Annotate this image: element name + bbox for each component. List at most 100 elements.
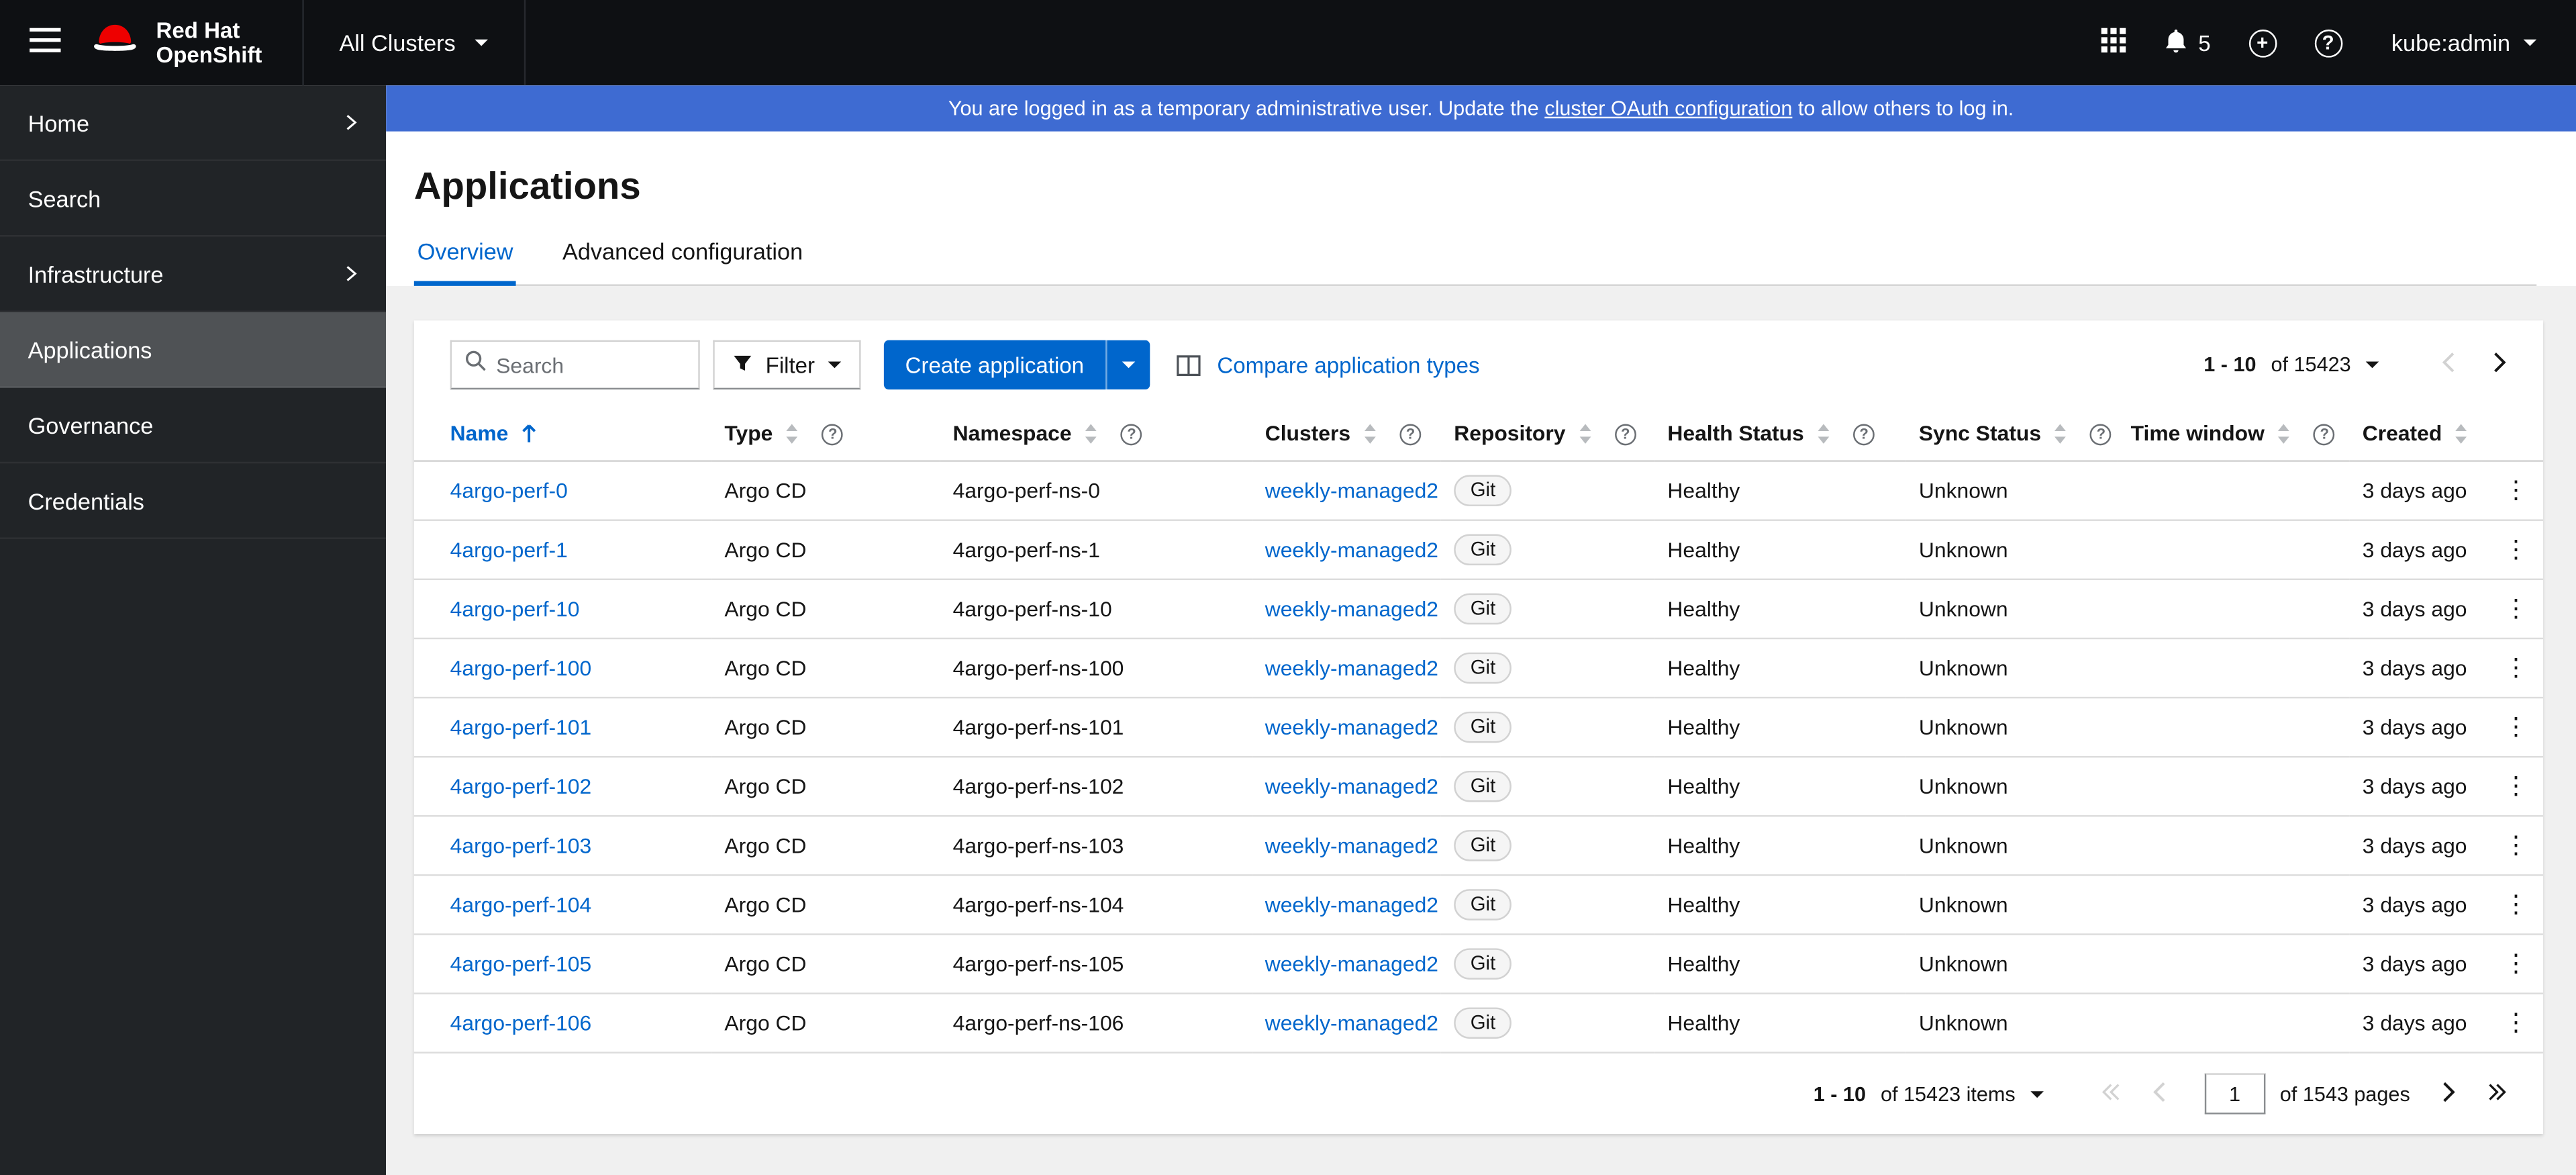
row-kebab-menu-button[interactable]: ⋮ [2494,830,2538,861]
pagination-bar: 1 - 10 of 15423 items of 1543 pages [414,1053,2543,1134]
cluster-link[interactable]: weekly-managed2 [1265,833,1438,858]
cell-sync-status: Unknown [1905,461,2118,521]
application-name-link[interactable]: 4argo-perf-0 [450,478,568,503]
application-name-link[interactable]: 4argo-perf-10 [450,597,580,622]
row-kebab-menu-button[interactable]: ⋮ [2494,1007,2538,1039]
row-kebab-menu-button[interactable]: ⋮ [2494,771,2538,802]
body-region: Home Search Infrastructure Applications Gove… [0,85,2576,1175]
pagination-menu-toggle[interactable]: 1 - 10 of 15423 [2203,353,2379,377]
application-name-link[interactable]: 4argo-perf-103 [450,833,592,858]
cluster-link[interactable]: weekly-managed2 [1265,656,1438,681]
help-button[interactable]: ? [2314,28,2342,57]
cluster-link[interactable]: weekly-managed2 [1265,537,1438,562]
cluster-oauth-configuration-link[interactable]: cluster OAuth configuration [1544,97,1792,120]
angle-left-icon [2152,1080,2167,1107]
cell-time-window [2118,934,2350,994]
sidebar-item-label: Infrastructure [28,260,164,287]
help-icon[interactable] [1853,423,1875,445]
app-launcher-button[interactable] [2101,28,2126,58]
next-page-button[interactable] [2482,348,2516,381]
search-input[interactable] [496,352,685,377]
cluster-link[interactable]: weekly-managed2 [1265,478,1438,503]
help-icon[interactable] [1614,423,1636,445]
column-header-time-window: Time window [2118,409,2350,462]
cluster-link[interactable]: weekly-managed2 [1265,715,1438,740]
sidebar-item-applications[interactable]: Applications [0,312,387,388]
row-kebab-menu-button[interactable]: ⋮ [2494,653,2538,684]
create-application-toggle[interactable] [1105,340,1150,390]
column-sort-button[interactable]: Repository [1454,421,1591,445]
create-application-button[interactable]: Create application [883,340,1105,390]
column-sort-button[interactable]: Created [2363,421,2469,445]
column-sort-button[interactable]: Type [724,421,799,445]
first-page-button[interactable] [2091,1077,2130,1110]
cluster-selector-dropdown[interactable]: All Clusters [301,0,526,86]
help-icon[interactable] [822,423,844,445]
column-sort-button[interactable]: Clusters [1265,421,1377,445]
row-kebab-menu-button[interactable]: ⋮ [2494,889,2538,921]
last-page-button[interactable] [2477,1077,2517,1110]
next-page-button[interactable] [2432,1077,2466,1110]
column-label: Health Status [1667,420,1804,446]
tab-advanced-configuration[interactable]: Advanced configuration [559,238,806,286]
application-name-link[interactable]: 4argo-perf-100 [450,656,592,681]
cell-created: 3 days ago [2349,993,2481,1053]
sidebar-item-governance[interactable]: Governance [0,388,387,464]
chevron-right-icon [342,113,360,132]
row-kebab-menu-button[interactable]: ⋮ [2494,594,2538,625]
tab-overview[interactable]: Overview [413,238,517,286]
sidebar-item-label: Home [28,109,90,136]
sidebar-item-infrastructure[interactable]: Infrastructure [0,236,387,313]
column-sort-button[interactable]: Sync Status [1919,421,2067,445]
notification-count: 5 [2198,30,2211,55]
help-icon[interactable] [1399,423,1422,445]
cluster-link[interactable]: weekly-managed2 [1265,951,1438,976]
brand-line2: OpenShift [156,42,262,68]
application-name-link[interactable]: 4argo-perf-106 [450,1010,592,1035]
sidebar-item-search[interactable]: Search [0,161,387,237]
add-resource-button[interactable]: + [2248,28,2277,57]
cell-health-status: Healthy [1654,698,1906,758]
row-kebab-menu-button[interactable]: ⋮ [2494,712,2538,743]
hamburger-menu-button[interactable] [0,0,89,85]
help-icon[interactable] [2090,423,2112,445]
cell-health-status: Healthy [1654,579,1906,640]
sort-icon [1817,423,1830,443]
cell-health-status: Healthy [1654,757,1906,817]
column-sort-button[interactable]: Name [450,421,538,445]
application-name-link[interactable]: 4argo-perf-102 [450,774,592,799]
page-title: Applications [413,164,641,207]
cluster-link[interactable]: weekly-managed2 [1265,1010,1438,1035]
pagination-menu-toggle[interactable]: 1 - 10 of 15423 items [1814,1082,2044,1105]
previous-page-button[interactable] [2142,1077,2176,1110]
application-name-link[interactable]: 4argo-perf-101 [450,715,592,740]
row-kebab-menu-button[interactable]: ⋮ [2494,534,2538,566]
application-name-link[interactable]: 4argo-perf-104 [450,892,592,917]
cell-clusters: weekly-managed2 [1252,520,1441,581]
cell-type: Argo CD [711,934,940,994]
compare-application-types-link[interactable]: Compare application types [1217,352,1479,377]
cell-clusters: weekly-managed2 [1252,816,1441,876]
application-name-link[interactable]: 4argo-perf-105 [450,951,592,976]
column-sort-button[interactable]: Time window [2131,421,2291,445]
application-name-link[interactable]: 4argo-perf-1 [450,537,568,562]
sidebar-item-home[interactable]: Home [0,85,387,161]
column-sort-button[interactable]: Namespace [952,420,1098,446]
sidebar-item-credentials[interactable]: Credentials [0,463,387,539]
help-icon[interactable] [1121,423,1142,445]
notifications-button[interactable]: 5 [2164,27,2211,58]
previous-page-button[interactable] [2432,348,2466,381]
column-label: Namespace [952,420,1072,446]
column-sort-button[interactable]: Health Status [1667,420,1830,446]
row-kebab-menu-button[interactable]: ⋮ [2494,475,2538,506]
cell-clusters: weekly-managed2 [1252,875,1441,935]
cluster-link[interactable]: weekly-managed2 [1265,892,1438,917]
current-page-input[interactable] [2204,1073,2265,1115]
angle-right-icon [2441,1080,2456,1107]
row-kebab-menu-button[interactable]: ⋮ [2494,948,2538,980]
cluster-link[interactable]: weekly-managed2 [1265,597,1438,622]
user-menu-dropdown[interactable]: kube:admin [2391,30,2537,56]
help-icon[interactable] [2314,423,2336,445]
filter-button[interactable]: Filter [713,340,861,390]
cluster-link[interactable]: weekly-managed2 [1265,774,1438,799]
